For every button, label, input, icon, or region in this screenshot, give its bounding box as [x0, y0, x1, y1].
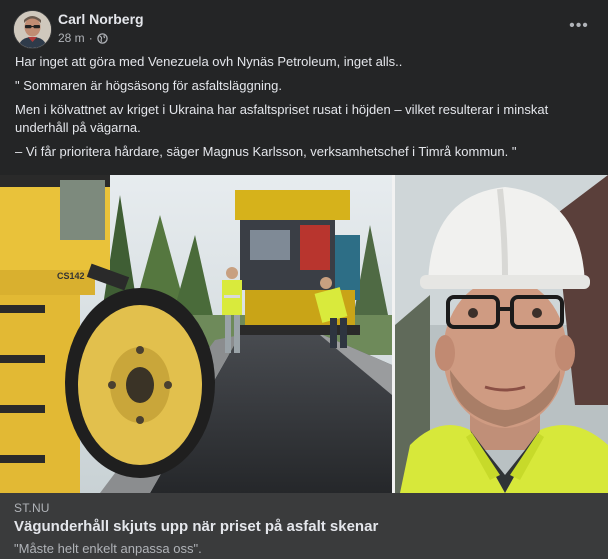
post-paragraph: Men i kölvattnet av kriget i Ukraina har…: [15, 102, 549, 135]
post-body: Har inget att göra med Venezuela ovh Nyn…: [15, 53, 594, 167]
post-meta: 28 m ·: [58, 31, 108, 45]
link-subtitle: "Måste helt enkelt anpassa oss".: [14, 541, 202, 556]
roller-label: CS142: [57, 271, 85, 281]
link-title[interactable]: Vägunderhåll skjuts upp när priset på as…: [14, 518, 378, 535]
post-image[interactable]: CS142: [0, 175, 608, 493]
feed-post: Carl Norberg 28 m · ••• Har inget att gö…: [0, 0, 608, 559]
author-name[interactable]: Carl Norberg: [58, 11, 144, 27]
globe-icon: [96, 32, 108, 44]
paving-photo: CS142: [0, 175, 392, 493]
post-header: Carl Norberg 28 m · •••: [13, 10, 596, 50]
post-paragraph: " Sommaren är högsäsong för asfaltsläggn…: [15, 78, 282, 93]
author-avatar[interactable]: [13, 10, 52, 49]
meta-separator: ·: [88, 31, 93, 45]
portrait-photo: [395, 175, 608, 493]
post-paragraph: – Vi får prioritera hårdare, säger Magnu…: [15, 144, 517, 159]
link-source: ST.NU: [14, 501, 50, 515]
post-paragraph: Har inget att göra med Venezuela ovh Nyn…: [15, 54, 403, 69]
more-options-button[interactable]: •••: [567, 16, 591, 36]
more-horizontal-icon: •••: [569, 17, 589, 34]
post-time[interactable]: 28 m: [58, 31, 85, 45]
link-preview[interactable]: ST.NU Vägunderhåll skjuts upp när priset…: [0, 493, 608, 559]
image-divider: [392, 175, 395, 493]
